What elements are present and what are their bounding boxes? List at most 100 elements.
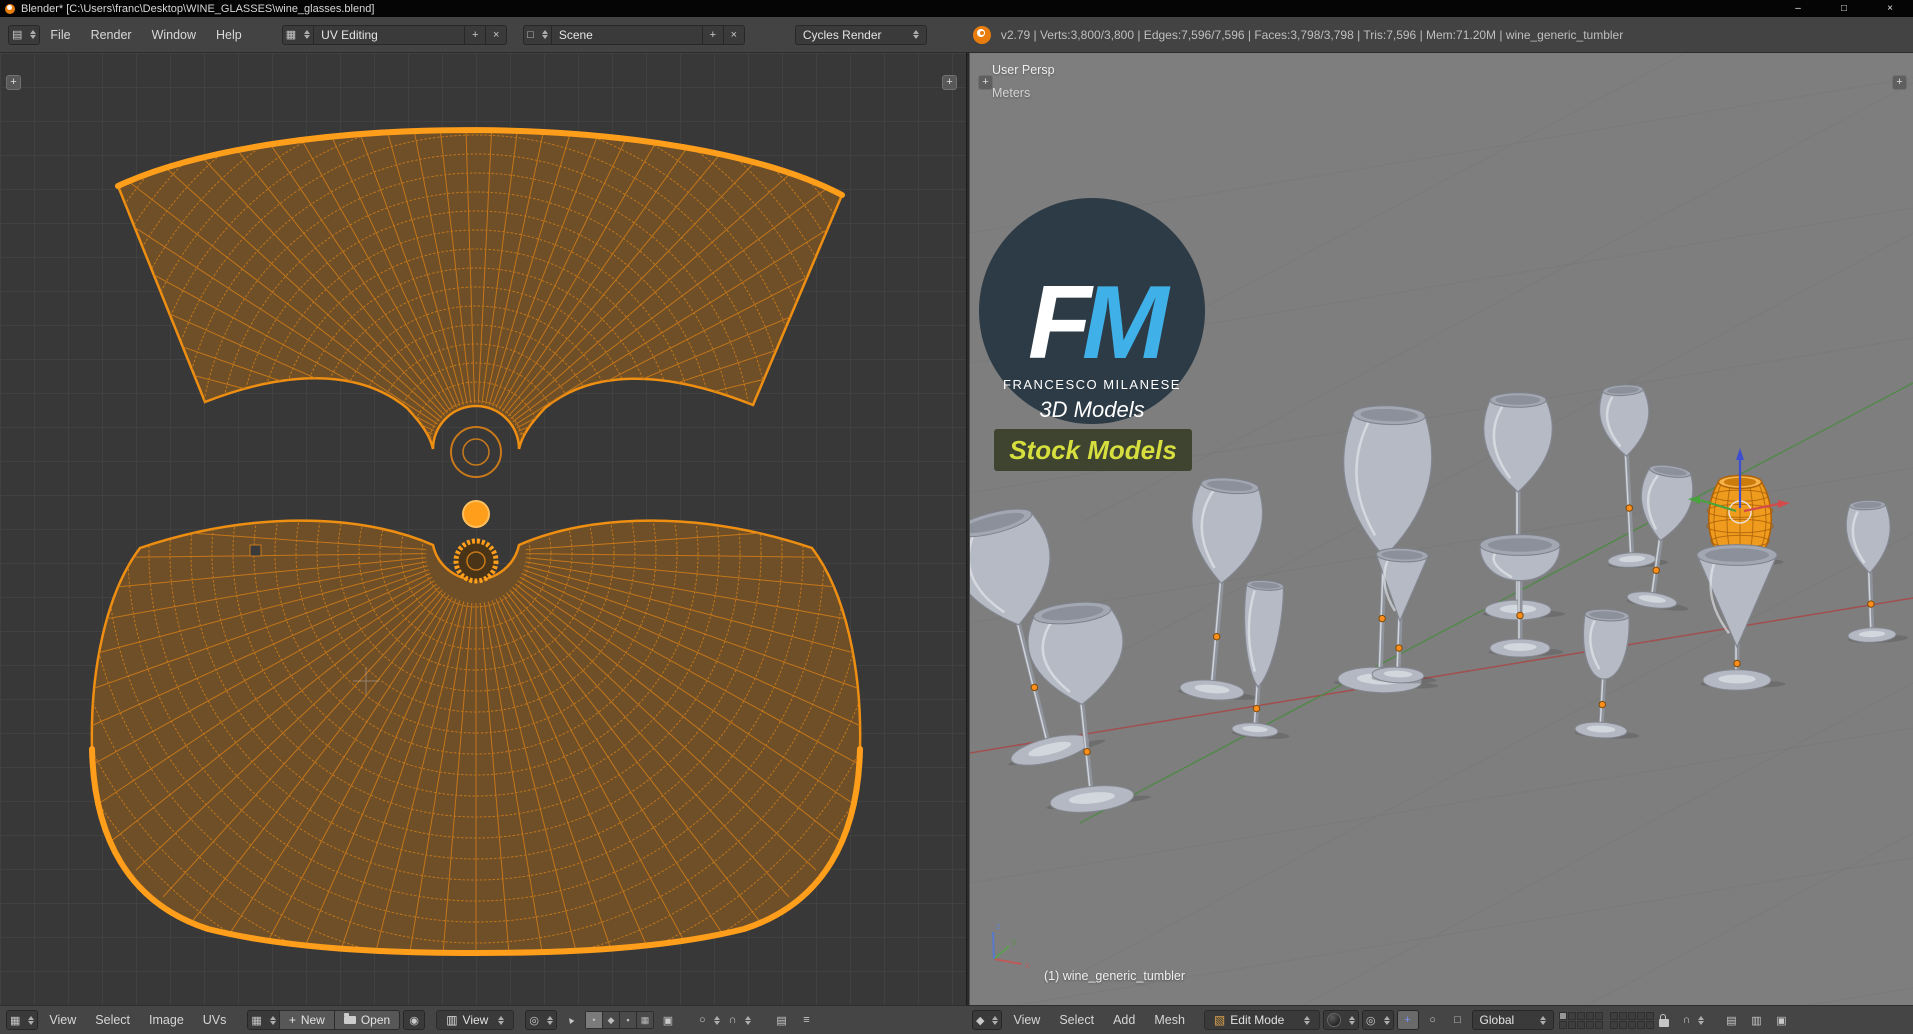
scene-icon: □ <box>527 28 534 41</box>
screen-layout-selector: ▦ UV Editing + × <box>281 24 508 45</box>
layout-name: UV Editing <box>321 27 378 42</box>
minimize-button[interactable]: – <box>1775 0 1821 17</box>
uv-ring-island[interactable] <box>453 538 499 584</box>
layout-delete-button[interactable]: × <box>485 24 508 45</box>
select-face-button[interactable]: ▪ <box>619 1012 636 1028</box>
updown-icon <box>498 1015 505 1025</box>
scene-name-field[interactable]: Scene <box>550 24 703 45</box>
proportional-edit-toggle[interactable]: ○ <box>696 1010 723 1030</box>
layers-widget-left[interactable] <box>1558 1011 1603 1029</box>
scene-delete-button[interactable]: × <box>722 24 745 45</box>
select-edge-button[interactable]: ◆ <box>602 1012 619 1028</box>
cursor-icon: ▲ <box>564 1013 578 1027</box>
uv-sculpt-button[interactable]: ≡ <box>796 1010 818 1030</box>
pin-button[interactable]: ◉ <box>403 1010 426 1030</box>
updown-icon <box>1348 1015 1355 1025</box>
close-button[interactable]: × <box>1867 0 1913 17</box>
pivot-select[interactable]: ◎ <box>1361 1010 1394 1030</box>
image-editor-icon: ▦ <box>10 1014 21 1027</box>
pivot-icon: ◎ <box>1365 1014 1376 1027</box>
uv-editor-header: ▦ View Select Image UVs ▦ + New Open ◉ ▥ V… <box>0 1005 966 1034</box>
editor-type-button[interactable]: ▤ <box>8 24 41 45</box>
updown-icon <box>546 1015 553 1025</box>
uv-menu-uvs[interactable]: UVs <box>195 1013 235 1027</box>
menu-window[interactable]: Window <box>142 18 206 52</box>
layers-widget-right[interactable] <box>1609 1011 1654 1029</box>
layout-name-field[interactable]: UV Editing <box>313 24 466 45</box>
uv-menu-view[interactable]: View <box>41 1013 84 1027</box>
expand-toolshelf-button[interactable]: + <box>6 75 21 90</box>
view3d-menu-add[interactable]: Add <box>1105 1013 1143 1027</box>
mode-select[interactable]: ▧ Edit Mode <box>1203 1010 1320 1030</box>
uv-canvas[interactable] <box>0 53 966 1005</box>
render-opengl-button[interactable]: ▤ <box>1720 1010 1742 1030</box>
sync-selection-toggle[interactable]: ▲ <box>560 1010 582 1030</box>
display-channels-select[interactable]: ▥ View <box>436 1010 515 1030</box>
view3d-menu-select[interactable]: Select <box>1051 1013 1102 1027</box>
proportional-icon: ○ <box>698 1014 706 1026</box>
expand-properties-button[interactable]: + <box>942 75 957 90</box>
blender-logo-icon <box>972 25 991 44</box>
select-vertex-button[interactable]: • <box>585 1012 602 1028</box>
new-image-button[interactable]: + New <box>278 1010 335 1030</box>
editor-type-button[interactable]: ◆ <box>972 1010 1003 1030</box>
uv-selection-mode: • ◆ ▪ ▦ <box>584 1011 654 1029</box>
select-island-button[interactable]: ▦ <box>636 1012 653 1028</box>
updown-icon <box>1698 1015 1705 1025</box>
view3d-menu-mesh[interactable]: Mesh <box>1146 1013 1193 1027</box>
channel-label: View <box>462 1013 489 1027</box>
lock-icon[interactable] <box>1658 1013 1669 1027</box>
view3d-menu-view[interactable]: View <box>1005 1013 1048 1027</box>
manipulator-rotate-button[interactable]: ○ <box>1422 1010 1444 1030</box>
manipulator-scale-button[interactable]: □ <box>1447 1010 1469 1030</box>
render-engine-select[interactable]: Cycles Render <box>794 24 927 45</box>
maximize-button[interactable]: □ <box>1821 0 1867 17</box>
render-uv-toggle[interactable]: ▤ <box>771 1010 793 1030</box>
area-divider[interactable] <box>966 53 970 1005</box>
pivot-select[interactable]: ◎ <box>525 1010 557 1030</box>
updown-icon <box>1539 1015 1546 1025</box>
info-header: ▤ File Render Window Help ▦ UV Editing +… <box>0 17 1913 53</box>
layout-add-button[interactable]: + <box>464 24 487 45</box>
image-browse-button[interactable]: ▦ <box>247 1010 280 1030</box>
new-label: New <box>300 1013 325 1027</box>
scene-name: Scene <box>558 27 593 42</box>
editor-type-button[interactable]: ▦ <box>6 1010 39 1030</box>
viewport-shading-select[interactable] <box>1322 1010 1359 1030</box>
uv-small-island[interactable] <box>249 544 262 557</box>
shading-sphere-icon <box>1326 1013 1341 1027</box>
plus-icon: + <box>288 1013 296 1027</box>
channel-icon: ▥ <box>446 1013 458 1027</box>
stock-models-badge: Stock Models <box>1009 435 1177 465</box>
expand-properties-button[interactable]: + <box>1892 75 1907 90</box>
viewport-extras-button[interactable]: ▣ <box>1770 1010 1792 1030</box>
window-controls: – □ × <box>1775 0 1913 17</box>
open-image-button[interactable]: Open <box>333 1010 401 1030</box>
updown-icon <box>541 30 548 39</box>
menu-file[interactable]: File <box>40 18 80 52</box>
svg-text:x: x <box>1025 960 1030 970</box>
sticky-select-button[interactable]: ▣ <box>657 1010 679 1030</box>
expand-toolshelf-button[interactable]: + <box>978 75 993 90</box>
render-opengl-anim-button[interactable]: ▥ <box>1745 1010 1767 1030</box>
edit-mode-cube-icon: ▧ <box>1213 1013 1226 1027</box>
uv-menu-select[interactable]: Select <box>87 1013 138 1027</box>
layout-browse-button[interactable]: ▦ <box>281 24 315 45</box>
updown-icon <box>992 1015 999 1025</box>
updown-icon <box>30 30 37 39</box>
snap-toggle[interactable]: ∩ <box>1680 1010 1708 1030</box>
units-label: Meters <box>992 86 1031 100</box>
scene-add-button[interactable]: + <box>701 24 724 45</box>
manipulator-toggle[interactable]: + <box>1396 1010 1419 1030</box>
pivot-icon: ◎ <box>529 1014 539 1027</box>
view3d-editor-icon: ◆ <box>976 1014 985 1027</box>
scene-browse-button[interactable]: □ <box>523 24 552 45</box>
uv-menu-image[interactable]: Image <box>141 1013 192 1027</box>
viewport-canvas[interactable]: FMFRANCESCO MILANESE3D ModelsStock Model… <box>970 53 1913 1005</box>
uv-disc-island[interactable] <box>462 500 490 528</box>
menu-help[interactable]: Help <box>206 18 252 52</box>
fm-watermark: FMFRANCESCO MILANESE3D ModelsStock Model… <box>979 198 1205 471</box>
transform-orientation-select[interactable]: Global <box>1471 1010 1554 1030</box>
snap-toggle[interactable]: ∩ <box>726 1010 754 1030</box>
menu-render[interactable]: Render <box>81 18 142 52</box>
